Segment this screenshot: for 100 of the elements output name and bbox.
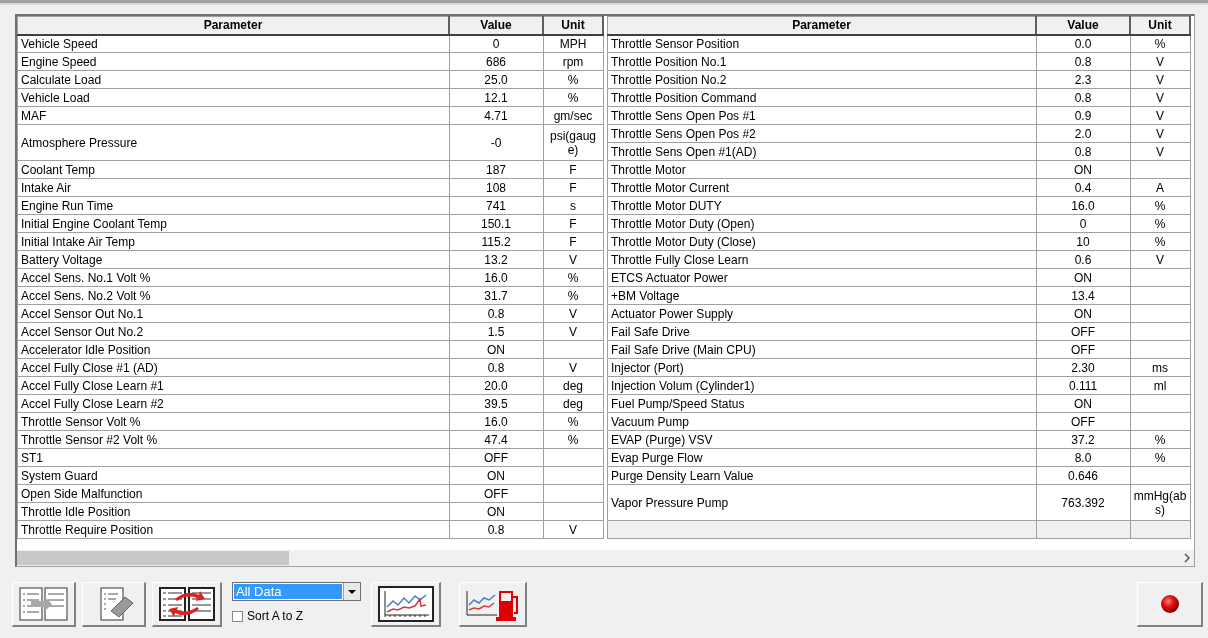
parameter-cell: System Guard xyxy=(17,466,449,485)
unit-cell: % xyxy=(1130,196,1190,215)
unit-cell xyxy=(543,466,603,485)
unit-cell: psi(gauge) xyxy=(543,124,603,161)
unit-cell: % xyxy=(543,430,603,449)
parameter-cell: Injection Volum (Cylinder1) xyxy=(607,376,1036,395)
parameter-cell: Throttle Sens Open Pos #1 xyxy=(607,106,1036,125)
unit-cell: V xyxy=(1130,88,1190,107)
parameter-cell: Throttle Require Position xyxy=(17,520,449,539)
scroll-right-icon[interactable] xyxy=(1184,553,1190,563)
scrollbar-thumb[interactable] xyxy=(17,551,289,565)
value-cell: ON xyxy=(1036,160,1130,179)
record-button[interactable] xyxy=(1137,582,1203,627)
unit-cell: V xyxy=(543,520,603,539)
parameter-cell: Fail Safe Drive xyxy=(607,322,1036,341)
value-cell: 2.3 xyxy=(1036,70,1130,89)
parameter-cell: Throttle Position No.1 xyxy=(607,52,1036,71)
unit-cell: deg xyxy=(543,394,603,413)
parameter-cell: Atmosphere Pressure xyxy=(17,124,449,161)
sort-checkbox[interactable] xyxy=(232,610,243,622)
unit-cell: ml xyxy=(1130,376,1190,395)
value-cell: 0.646 xyxy=(1036,466,1130,485)
unit-cell: % xyxy=(543,286,603,305)
parameter-cell: Accel Sensor Out No.1 xyxy=(17,304,449,323)
unit-cell: V xyxy=(543,358,603,377)
parameter-cell: Calculate Load xyxy=(17,70,449,89)
eraser-list-button[interactable] xyxy=(82,582,146,627)
parameter-cell: Accel Sensor Out No.2 xyxy=(17,322,449,341)
parameter-cell: Throttle Motor Current xyxy=(607,178,1036,197)
parameter-cell: Battery Voltage xyxy=(17,250,449,269)
unit-cell xyxy=(1130,340,1190,359)
line-chart-icon xyxy=(376,585,435,623)
value-cell: 0.8 xyxy=(1036,142,1130,161)
parameter-cell: Throttle Motor Duty (Open) xyxy=(607,214,1036,233)
unit-cell: V xyxy=(543,322,603,341)
value-cell: 16.0 xyxy=(449,412,543,431)
value-cell: 31.7 xyxy=(449,286,543,305)
parameter-cell: Engine Run Time xyxy=(17,196,449,215)
value-cell: ON xyxy=(449,340,543,359)
parameter-cell: Initial Engine Coolant Temp xyxy=(17,214,449,233)
unit-cell: V xyxy=(543,304,603,323)
parameter-cell: Throttle Sens Open #1(AD) xyxy=(607,142,1036,161)
unit-cell: gm/sec xyxy=(543,106,603,125)
unit-cell xyxy=(543,484,603,503)
value-cell: 0.8 xyxy=(449,520,543,539)
value-cell: 686 xyxy=(449,52,543,71)
column-header[interactable]: Parameter xyxy=(17,16,449,35)
unit-cell: A xyxy=(1130,178,1190,197)
unit-cell xyxy=(543,448,603,467)
unit-cell xyxy=(1130,304,1190,323)
column-header[interactable]: Unit xyxy=(1130,16,1190,35)
parameter-cell: Evap Purge Flow xyxy=(607,448,1036,467)
value-cell: OFF xyxy=(449,448,543,467)
parameter-cell: Accel Fully Close Learn #1 xyxy=(17,376,449,395)
parameter-cell: MAF xyxy=(17,106,449,125)
value-cell: 0.8 xyxy=(1036,52,1130,71)
value-cell: 16.0 xyxy=(449,268,543,287)
column-header[interactable]: Value xyxy=(1036,16,1130,35)
value-cell: 39.5 xyxy=(449,394,543,413)
unit-cell xyxy=(543,340,603,359)
column-header[interactable]: Parameter xyxy=(607,16,1036,35)
value-cell: 8.0 xyxy=(1036,448,1130,467)
parameter-cell: Engine Speed xyxy=(17,52,449,71)
unit-cell: rpm xyxy=(543,52,603,71)
value-cell: 2.30 xyxy=(1036,358,1130,377)
sort-label: Sort A to Z xyxy=(247,609,304,623)
value-cell: 4.71 xyxy=(449,106,543,125)
move-list-button[interactable] xyxy=(12,582,76,627)
unit-cell: % xyxy=(1130,448,1190,467)
parameter-cell: EVAP (Purge) VSV xyxy=(607,430,1036,449)
unit-cell: ms xyxy=(1130,358,1190,377)
graph-button[interactable] xyxy=(371,582,441,627)
value-cell: ON xyxy=(1036,268,1130,287)
unit-cell: V xyxy=(1130,250,1190,269)
unit-cell: V xyxy=(1130,142,1190,161)
value-cell: 0 xyxy=(1036,214,1130,233)
parameter-cell: Vapor Pressure Pump xyxy=(607,484,1036,521)
parameter-cell: Throttle Sensor Position xyxy=(607,34,1036,53)
value-cell: -0 xyxy=(449,124,543,161)
value-cell: 115.2 xyxy=(449,232,543,251)
value-cell: 187 xyxy=(449,160,543,179)
unit-cell: V xyxy=(1130,124,1190,143)
unit-cell: % xyxy=(1130,430,1190,449)
value-cell: 0.111 xyxy=(1036,376,1130,395)
swap-lists-button[interactable] xyxy=(152,582,222,627)
parameter-cell: Vehicle Load xyxy=(17,88,449,107)
value-cell: 763.392 xyxy=(1036,484,1130,521)
unit-cell: % xyxy=(1130,34,1190,53)
unit-cell: V xyxy=(1130,70,1190,89)
parameter-cell: Throttle Sensor #2 Volt % xyxy=(17,430,449,449)
parameter-cell: Throttle Position Command xyxy=(607,88,1036,107)
parameter-cell: Accel Sens. No.2 Volt % xyxy=(17,286,449,305)
value-cell: 1.5 xyxy=(449,322,543,341)
column-header[interactable]: Unit xyxy=(543,16,603,35)
fuel-graph-button[interactable] xyxy=(459,582,527,627)
parameter-cell: Throttle Motor Duty (Close) xyxy=(607,232,1036,251)
parameter-cell: ETCS Actuator Power xyxy=(607,268,1036,287)
value-cell: 0.4 xyxy=(1036,178,1130,197)
column-header[interactable]: Value xyxy=(449,16,543,35)
unit-cell xyxy=(1130,286,1190,305)
